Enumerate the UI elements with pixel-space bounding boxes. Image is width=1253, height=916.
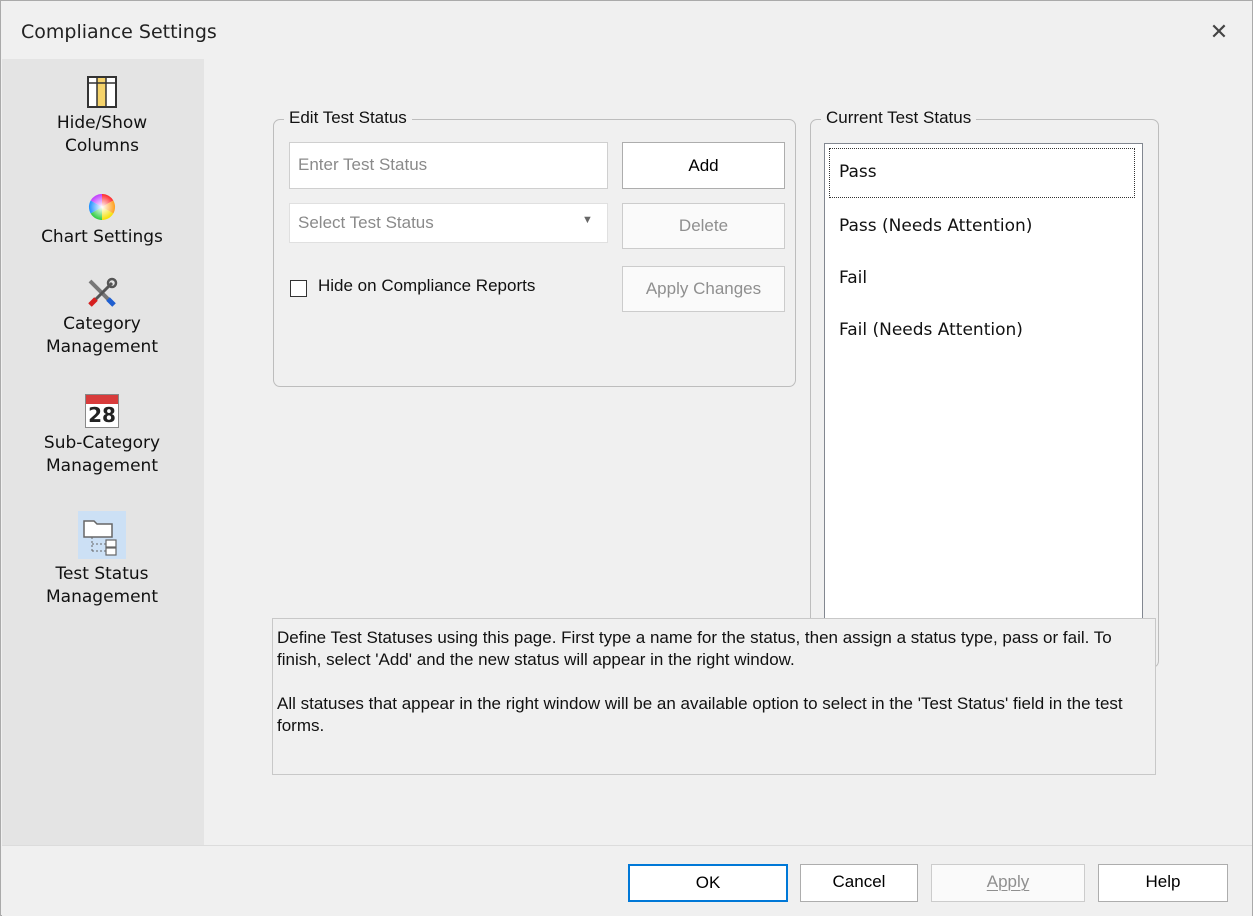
close-icon[interactable]: ✕ (1199, 13, 1239, 53)
window-title: Compliance Settings (21, 21, 217, 43)
compliance-settings-dialog: Compliance Settings ✕ Hide/Show Columns (0, 0, 1253, 916)
test-status-input[interactable]: Enter Test Status (289, 142, 608, 189)
list-item[interactable]: Pass (Needs Attention) (839, 216, 1032, 236)
ok-button[interactable]: OK (628, 864, 788, 902)
list-item[interactable]: Fail (839, 268, 867, 288)
current-test-status-legend: Current Test Status (821, 108, 977, 128)
calendar-icon: 28 (85, 394, 119, 428)
sidebar-item-label: Test Status (55, 564, 149, 584)
current-test-status-group: Current Test Status Pass Pass (Needs Att… (810, 108, 1159, 668)
sidebar-item-label: Columns (65, 136, 139, 156)
main-content: Edit Test Status Enter Test Status Add S… (204, 59, 1252, 845)
hide-on-reports-checkbox[interactable] (290, 280, 307, 297)
chevron-down-icon: ▼ (582, 214, 593, 226)
cancel-button[interactable]: Cancel (800, 864, 918, 902)
sidebar-item-chart-settings[interactable]: Chart Settings (2, 192, 202, 249)
folder-tree-icon (78, 511, 126, 559)
dialog-footer: OK Cancel Apply Help (2, 845, 1252, 916)
title-bar: Compliance Settings ✕ (1, 1, 1252, 59)
hide-on-reports-label: Hide on Compliance Reports (318, 276, 536, 295)
apply-button[interactable]: Apply (931, 864, 1085, 902)
sidebar-item-label: Hide/Show (56, 113, 148, 133)
list-item[interactable]: Fail (Needs Attention) (839, 320, 1023, 340)
sidebar-item-label: Category (63, 314, 141, 334)
sidebar-item-category-management[interactable]: Category Management (2, 277, 202, 359)
help-button[interactable]: Help (1098, 864, 1228, 902)
sidebar-item-label: Management (46, 456, 158, 476)
edit-test-status-group: Edit Test Status Enter Test Status Add S… (273, 108, 796, 387)
test-status-select[interactable]: Select Test Status ▼ (289, 203, 608, 243)
add-button[interactable]: Add (622, 142, 785, 189)
delete-button[interactable]: Delete (622, 203, 785, 249)
tools-icon (88, 277, 118, 307)
sidebar-item-label: Management (46, 337, 158, 357)
test-status-select-placeholder: Select Test Status (298, 213, 434, 232)
sidebar-item-hide-show-columns[interactable]: Hide/Show Columns (2, 76, 202, 158)
columns-icon (87, 76, 117, 108)
sidebar-item-sub-category-management[interactable]: 28 Sub-Category Management (2, 394, 202, 478)
calendar-date: 28 (88, 403, 116, 427)
info-description-box: Define Test Statuses using this page. Fi… (272, 618, 1156, 775)
sidebar: Hide/Show Columns Chart Settings Categor… (2, 59, 204, 845)
sidebar-item-label: Management (46, 587, 158, 607)
current-test-status-list[interactable]: Pass Pass (Needs Attention) Fail Fail (N… (824, 143, 1143, 655)
info-paragraph-1: Define Test Statuses using this page. Fi… (277, 628, 1112, 669)
edit-test-status-legend: Edit Test Status (284, 108, 412, 128)
info-paragraph-2: All statuses that appear in the right wi… (277, 694, 1123, 735)
sidebar-item-label: Sub-Category (43, 433, 161, 453)
apply-changes-button[interactable]: Apply Changes (622, 266, 785, 312)
test-status-input-placeholder: Enter Test Status (298, 155, 428, 174)
sidebar-item-test-status-management[interactable]: Test Status Management (2, 511, 202, 609)
sidebar-item-label: Chart Settings (41, 227, 163, 247)
list-item[interactable]: Pass (839, 162, 877, 182)
color-wheel-icon (88, 193, 116, 221)
